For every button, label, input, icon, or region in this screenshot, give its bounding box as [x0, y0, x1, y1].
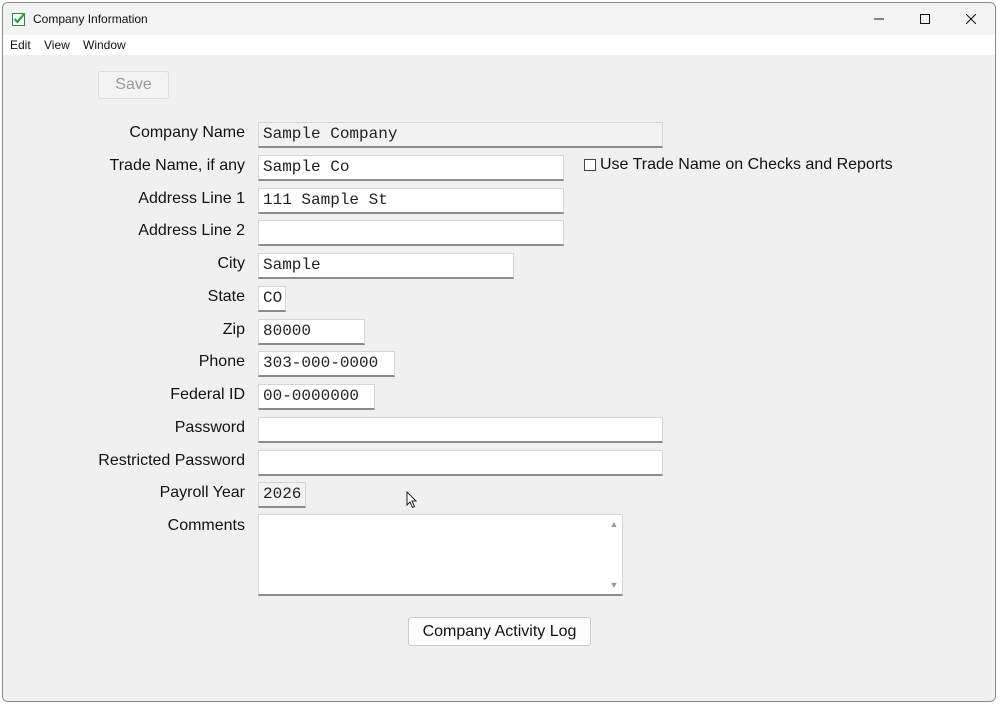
minimize-icon — [874, 18, 884, 20]
address2-label: Address Line 2 — [138, 222, 245, 239]
restricted-password-label: Restricted Password — [98, 452, 245, 469]
menu-edit[interactable]: Edit — [10, 38, 31, 52]
address1-label: Address Line 1 — [138, 190, 245, 207]
scroll-down-arrow-icon[interactable]: ▼ — [609, 580, 619, 590]
menu-bar: Edit View Window — [3, 35, 995, 55]
password-label: Password — [174, 419, 245, 436]
form-area: Save Company Name Sample Company Trade N… — [3, 55, 995, 701]
use-trade-name-label: Use Trade Name on Checks and Reports — [600, 156, 893, 173]
zip-field[interactable]: 80000 — [258, 319, 365, 345]
app-window: Company Information Edit View Window Sav… — [2, 2, 996, 702]
close-icon — [966, 14, 976, 24]
federal-id-label: Federal ID — [170, 386, 245, 403]
maximize-icon — [920, 14, 930, 24]
window-title: Company Information — [33, 12, 148, 26]
federal-id-field[interactable]: 00-0000000 — [258, 384, 375, 410]
company-name-field[interactable]: Sample Company — [258, 122, 663, 148]
use-trade-name-checkbox[interactable]: Use Trade Name on Checks and Reports — [584, 156, 893, 174]
trade-name-label: Trade Name, if any — [109, 157, 245, 174]
save-button[interactable]: Save — [98, 71, 169, 99]
state-field[interactable]: CO — [258, 286, 286, 312]
menu-window[interactable]: Window — [83, 38, 126, 52]
app-checkbook-icon — [12, 12, 26, 26]
password-field[interactable] — [258, 417, 663, 443]
comments-label: Comments — [167, 517, 245, 534]
trade-name-field[interactable]: Sample Co — [258, 155, 564, 181]
close-button[interactable] — [948, 3, 994, 35]
city-label: City — [217, 255, 245, 272]
scroll-up-arrow-icon[interactable]: ▲ — [609, 519, 619, 529]
restricted-password-field[interactable] — [258, 450, 663, 476]
maximize-button[interactable] — [902, 3, 948, 35]
payroll-year-label: Payroll Year — [159, 484, 245, 501]
phone-label: Phone — [198, 353, 245, 370]
zip-label: Zip — [222, 321, 245, 338]
payroll-year-field[interactable]: 2026 — [258, 482, 306, 508]
menu-view[interactable]: View — [44, 38, 70, 52]
minimize-button[interactable] — [856, 3, 902, 35]
mouse-pointer-icon — [406, 491, 418, 509]
comments-textarea[interactable]: ▲ ▼ — [258, 514, 623, 596]
city-field[interactable]: Sample — [258, 253, 514, 279]
phone-field[interactable]: 303-000-0000 — [258, 351, 395, 377]
state-label: State — [207, 288, 245, 305]
title-bar[interactable]: Company Information — [3, 3, 995, 35]
checkbox-box[interactable] — [584, 159, 596, 171]
address2-field[interactable] — [258, 220, 564, 246]
address1-field[interactable]: 111 Sample St — [258, 188, 564, 214]
company-activity-log-button[interactable]: Company Activity Log — [408, 617, 591, 646]
company-name-label: Company Name — [129, 124, 245, 141]
